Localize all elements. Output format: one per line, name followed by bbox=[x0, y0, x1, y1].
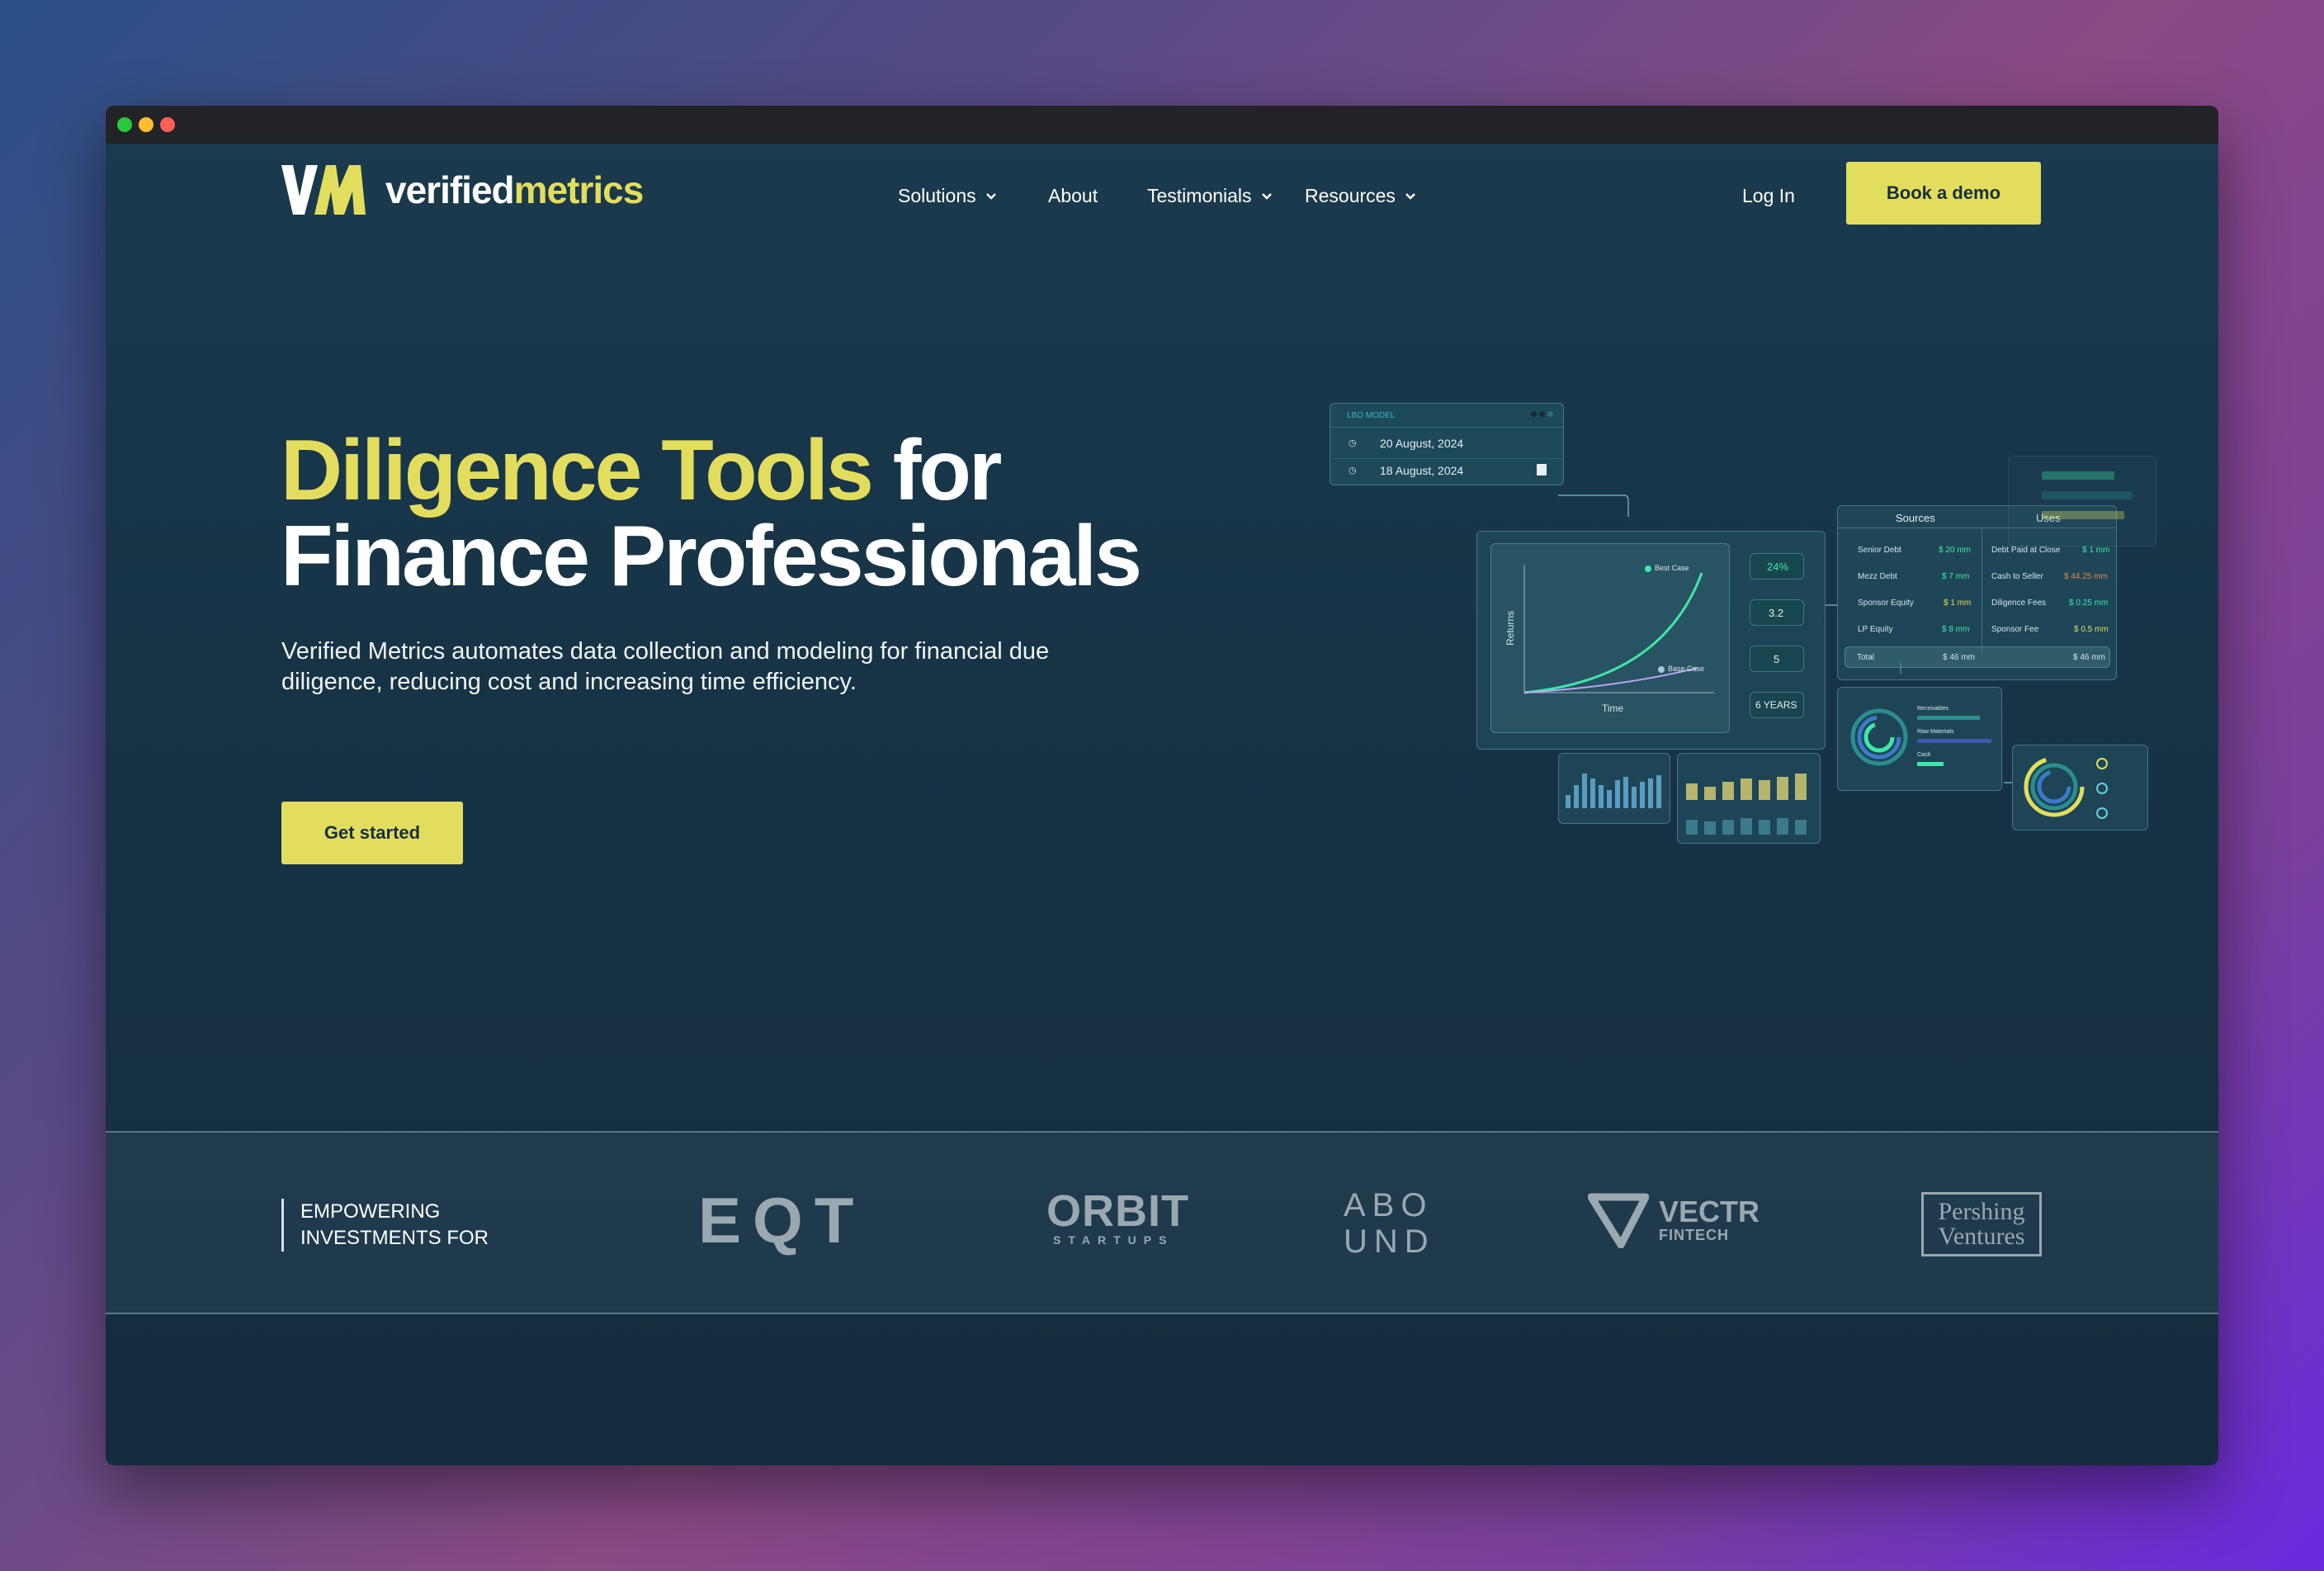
totals-row: Total $ 46 mm $ 46 mm bbox=[1845, 646, 2110, 668]
login-link[interactable]: Log In bbox=[1742, 185, 1795, 207]
vm-logo-icon bbox=[281, 165, 366, 215]
site-header: verifiedmetrics Solutions About Testimon… bbox=[106, 144, 2218, 243]
best-case-label: Best Case bbox=[1655, 564, 1689, 572]
clock-icon: ◷ bbox=[1349, 438, 1357, 448]
orbit-logo: ORBIT STARTUPS bbox=[1046, 1186, 1189, 1247]
partners-strip: EMPOWERING INVESTMENTS FOR EQT ORBIT STA… bbox=[106, 1131, 2218, 1314]
eqt-logo: EQT bbox=[698, 1184, 866, 1256]
metric-multiple: 3.2 bbox=[1750, 599, 1804, 626]
lbo-date-2: 18 August, 2024 bbox=[1380, 464, 1464, 477]
browser-window: verifiedmetrics Solutions About Testimon… bbox=[106, 106, 2218, 1465]
clock-icon: ◷ bbox=[1349, 466, 1357, 476]
nav-solutions[interactable]: Solutions bbox=[898, 185, 998, 207]
nav-resources-label: Resources bbox=[1305, 185, 1396, 206]
ring-chart bbox=[1850, 708, 1908, 766]
nav-testimonials-label: Testimonials bbox=[1147, 185, 1252, 206]
document-icon bbox=[1537, 464, 1547, 476]
hero-title-rest: for bbox=[871, 423, 1003, 518]
metric-irr: 24% bbox=[1750, 553, 1804, 580]
allocation-ring-icon bbox=[2024, 756, 2085, 817]
nav-resources[interactable]: Resources bbox=[1305, 185, 1417, 207]
brand-logo[interactable]: verifiedmetrics bbox=[281, 163, 645, 216]
metric-duration: 6 YEARS bbox=[1750, 692, 1804, 718]
window-minimize-dot[interactable] bbox=[139, 117, 154, 132]
mini-bar-chart bbox=[1566, 774, 1661, 808]
vectr-logo: VECTR FINTECH bbox=[1588, 1192, 1760, 1248]
nav-about-label: About bbox=[1048, 185, 1098, 206]
base-case-label: Base Case bbox=[1668, 665, 1705, 673]
partners-label: EMPOWERING INVESTMENTS FOR bbox=[281, 1199, 489, 1252]
book-demo-button[interactable]: Book a demo bbox=[1846, 162, 2041, 225]
brand-name-part1: verified bbox=[385, 168, 515, 211]
hero-title-line2: Finance Professionals bbox=[281, 509, 1142, 604]
vectr-mark-icon bbox=[1588, 1193, 1649, 1248]
window-dots-icon bbox=[1531, 411, 1553, 417]
nav-solutions-label: Solutions bbox=[898, 185, 976, 206]
hero-title-highlight: Diligence Tools bbox=[281, 423, 874, 518]
chevron-down-icon bbox=[985, 192, 996, 200]
allocation-ring-card bbox=[2012, 745, 2148, 830]
pershing-ventures-logo: Pershing Ventures bbox=[1921, 1192, 2042, 1256]
dashboard-illustration: LBO MODEL ◷ 20 August, 2024 ◷ 18 August,… bbox=[1220, 403, 2169, 981]
abound-logo: ABO UND bbox=[1344, 1187, 1435, 1260]
partners-label-line2: INVESTMENTS FOR bbox=[300, 1227, 489, 1249]
brand-name-part2: metrics bbox=[513, 168, 645, 211]
faded-bars-card bbox=[2008, 456, 2156, 547]
working-capital-card: Receivables Raw Materials Cash bbox=[1837, 687, 2002, 791]
brand-name: verifiedmetrics bbox=[385, 168, 645, 212]
lbo-model-title: LBO MODEL bbox=[1347, 411, 1396, 420]
time-axis-label: Time bbox=[1602, 703, 1624, 714]
lbo-date-1: 20 August, 2024 bbox=[1380, 437, 1464, 450]
lbo-model-card: LBO MODEL ◷ 20 August, 2024 ◷ 18 August,… bbox=[1330, 403, 1564, 485]
nav-testimonials[interactable]: Testimonials bbox=[1147, 185, 1273, 207]
bar-chart-card-1 bbox=[1558, 753, 1670, 824]
window-maximize-dot[interactable] bbox=[117, 117, 132, 132]
get-started-button[interactable]: Get started bbox=[281, 802, 463, 864]
returns-axis-label: Returns bbox=[1504, 610, 1517, 646]
returns-chart-card: Best Case Base Case Returns Time 24% 3.2… bbox=[1476, 531, 1826, 750]
chevron-down-icon bbox=[1405, 192, 1415, 200]
bar-chart-card-2 bbox=[1677, 753, 1821, 844]
metric-exit: 5 bbox=[1750, 646, 1804, 672]
returns-chart-frame: Best Case Base Case Returns Time bbox=[1490, 543, 1730, 733]
window-close-dot[interactable] bbox=[160, 117, 175, 132]
stacked-bar-chart bbox=[1686, 774, 1807, 835]
hero-title: Diligence Tools for Finance Professional… bbox=[281, 428, 1142, 599]
chevron-down-icon bbox=[1261, 192, 1272, 200]
sources-heading: Sources bbox=[1896, 512, 1935, 524]
browser-titlebar bbox=[106, 106, 2218, 144]
partners-label-line1: EMPOWERING bbox=[300, 1200, 441, 1223]
mini-rings-icon bbox=[2096, 758, 2108, 819]
nav-about[interactable]: About bbox=[1048, 185, 1098, 207]
hero-description: Verified Metrics automates data collecti… bbox=[281, 638, 1050, 695]
